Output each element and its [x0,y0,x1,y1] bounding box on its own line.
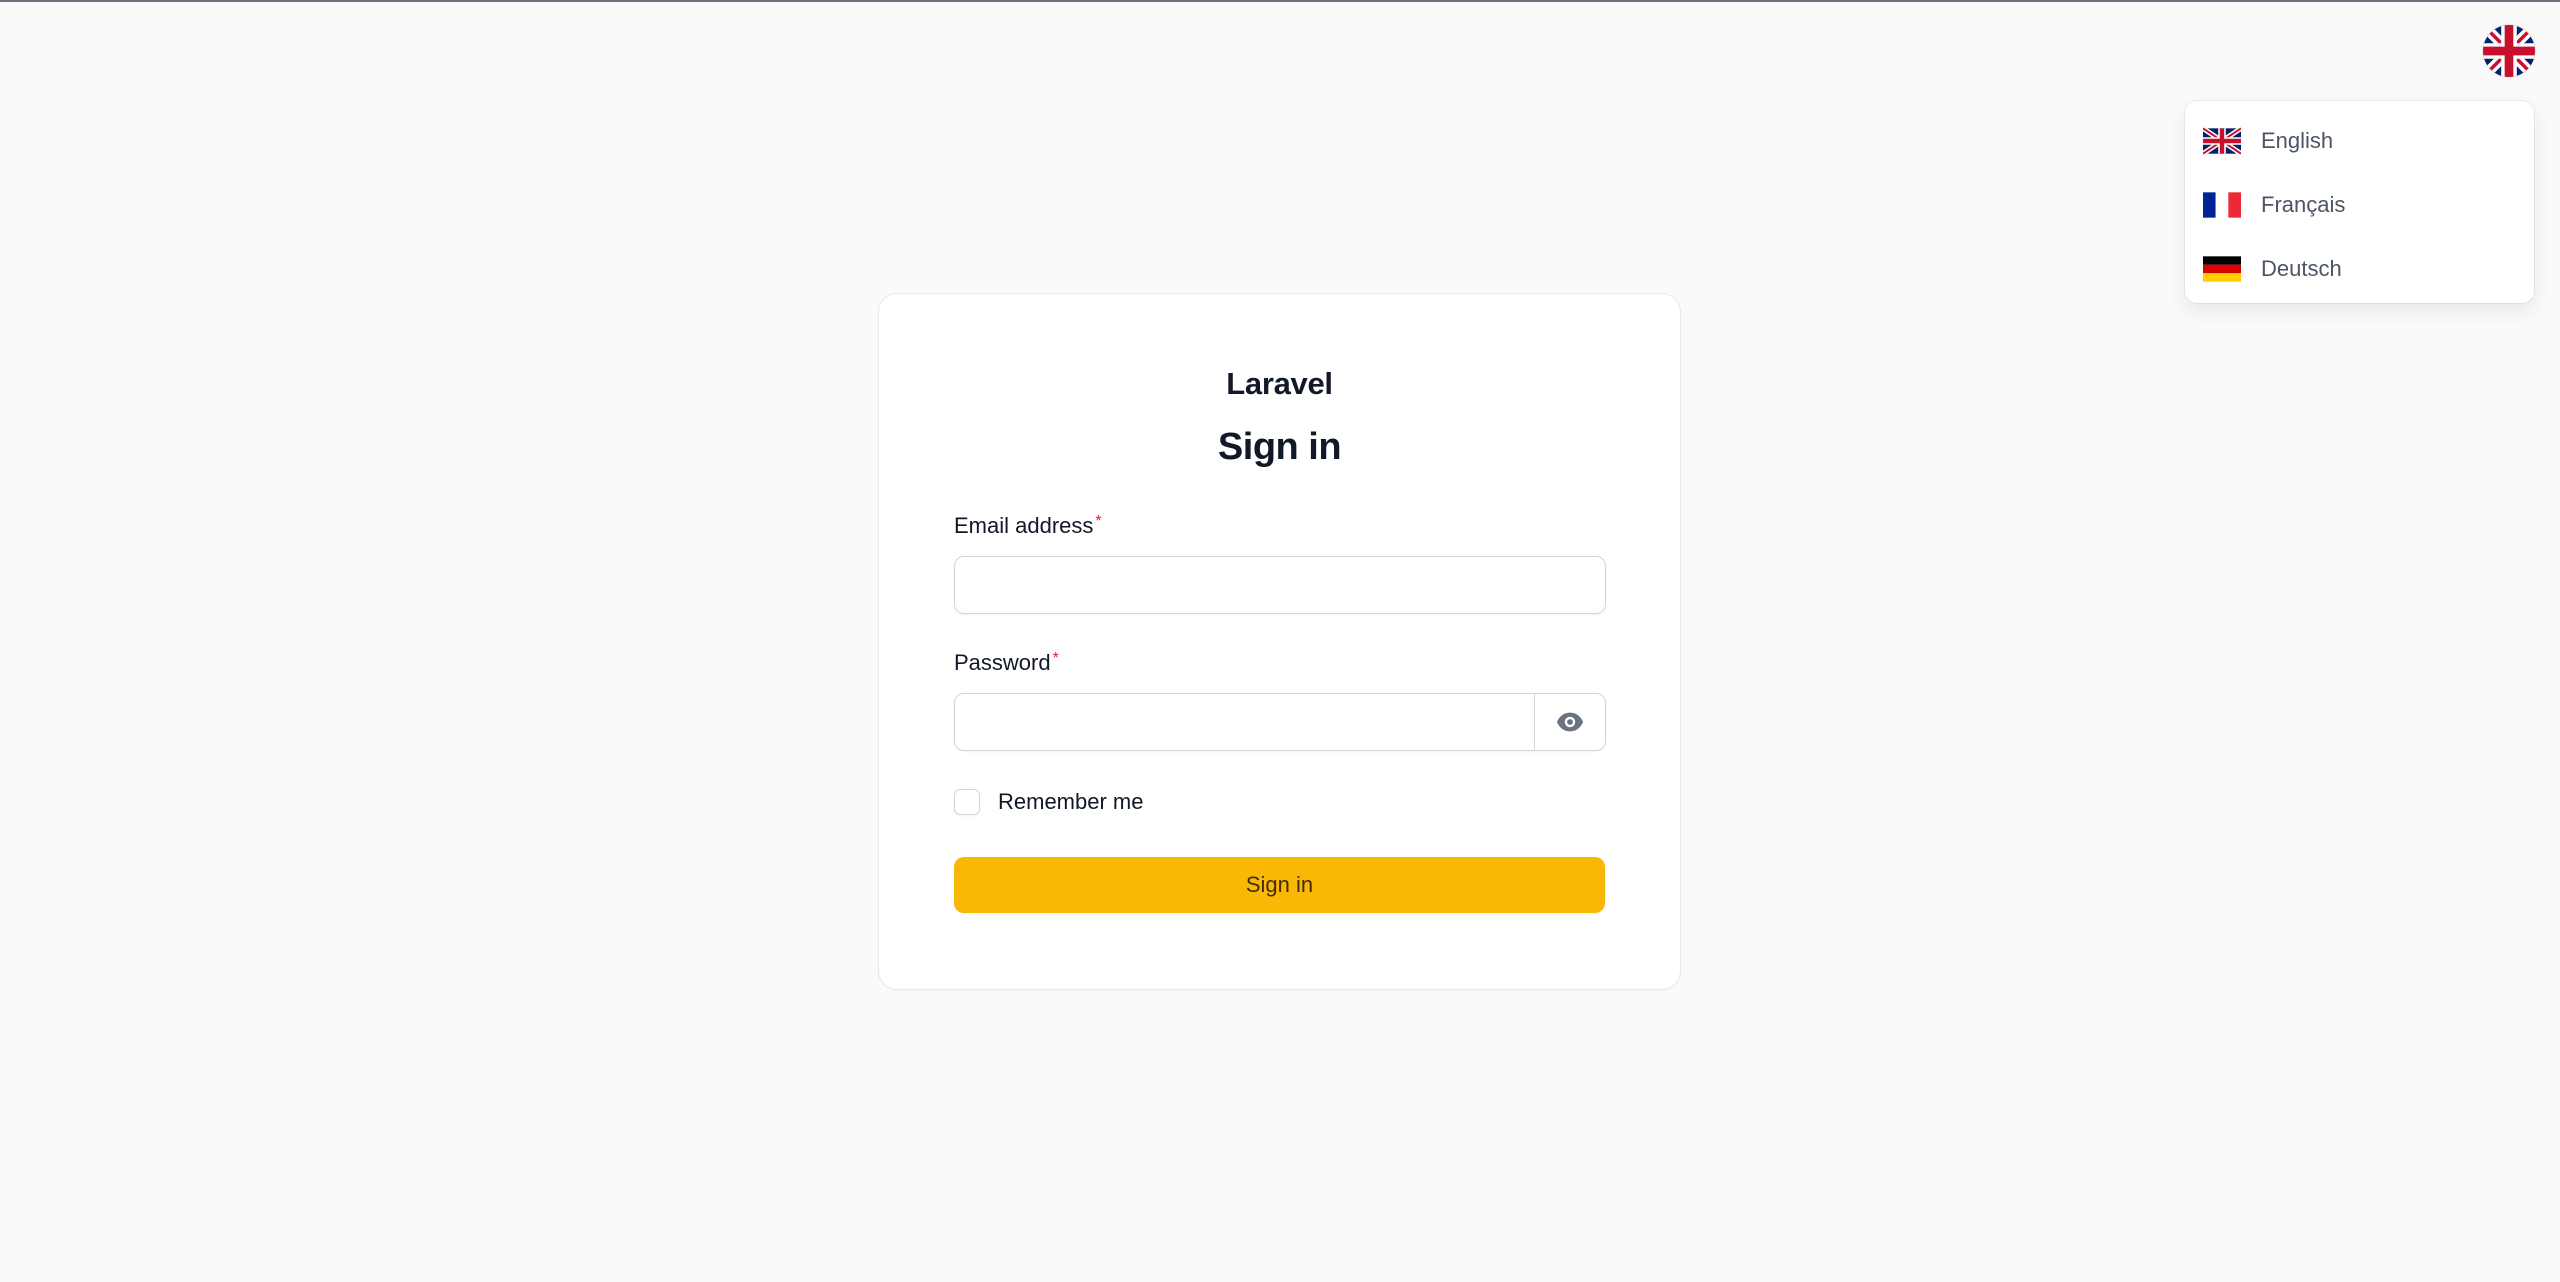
required-mark: * [1095,513,1102,530]
germany-flag-icon [2203,255,2241,283]
required-mark: * [1052,650,1059,667]
language-option-german[interactable]: Deutsch [2185,237,2534,301]
email-field[interactable] [954,556,1606,614]
password-label: Password * [954,650,1059,676]
language-menu: English Français Deutsch [2185,101,2534,303]
password-field[interactable] [955,694,1534,750]
sign-in-button[interactable]: Sign in [954,857,1605,913]
show-password-button[interactable] [1534,694,1605,750]
uk-flag-icon [2483,25,2535,77]
top-border [0,0,2560,2]
language-option-label: Deutsch [2261,256,2342,281]
language-option-label: English [2261,128,2334,153]
password-field-wrapper [954,693,1606,751]
eye-icon [1556,712,1584,732]
france-flag-icon [2203,191,2241,219]
language-option-english[interactable]: English [2185,109,2534,173]
brand-name: Laravel [1226,366,1333,401]
login-card: Laravel Sign in Email address * Password *… [879,294,1680,989]
uk-flag-icon [2203,127,2241,155]
remember-me[interactable]: Remember me [954,789,1143,815]
email-label: Email address * [954,513,1102,539]
language-switcher-button[interactable] [2483,25,2535,77]
email-label-text: Email address [954,513,1094,538]
language-option-label: Français [2261,192,2346,217]
page-title: Sign in [1217,426,1342,468]
remember-me-checkbox[interactable] [954,789,980,815]
language-option-french[interactable]: Français [2185,173,2534,237]
remember-me-label: Remember me [998,789,1144,814]
password-label-text: Password [954,650,1051,675]
